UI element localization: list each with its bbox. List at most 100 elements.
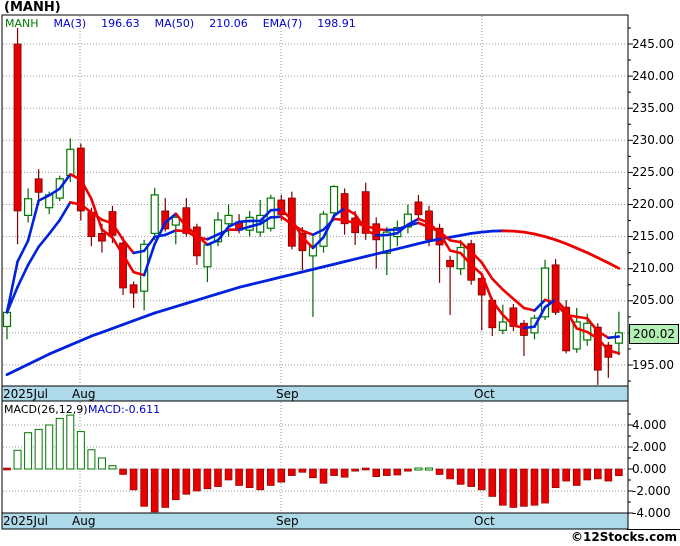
price-axis-label: 225.00 — [632, 164, 674, 179]
candle-down — [34, 178, 43, 193]
price-axis-label: 245.00 — [632, 36, 674, 51]
candle-up — [150, 194, 159, 234]
macd-bar — [351, 468, 359, 472]
candle-up — [498, 321, 507, 331]
candle-down — [192, 226, 201, 257]
price-axis-label: 235.00 — [632, 100, 674, 115]
macd-bar — [309, 468, 317, 479]
macd-bar — [562, 468, 570, 482]
macd-bar — [467, 468, 476, 487]
macd-bar — [24, 432, 33, 470]
stock-chart-window: (MANH) MANH MA(3) 196.63 MA(50) 210.06 EMA(7)… — [0, 0, 680, 546]
candle-down — [414, 201, 423, 216]
macd-bar — [245, 468, 254, 489]
current-price-tag: 200.02 — [629, 324, 679, 344]
macd-axis-label: 2.000 — [632, 439, 667, 454]
candle-up — [2, 311, 12, 328]
macd-bar — [256, 468, 265, 491]
macd-bar — [593, 468, 602, 480]
macd-axis-label: 4.000 — [632, 417, 667, 432]
month-label-lower: 2025Jul — [3, 514, 49, 528]
price-axis-label: 240.00 — [632, 68, 674, 83]
price-axis-label: 205.00 — [632, 293, 674, 308]
macd-bar — [161, 468, 170, 508]
macd-bar — [572, 468, 581, 486]
macd-bar — [340, 468, 349, 478]
indicator-legend: MANH MA(3) 196.63 MA(50) 210.06 EMA(7) 198.91 — [5, 17, 371, 30]
macd-bar — [477, 468, 486, 491]
candle-up — [329, 185, 339, 214]
candle-down — [13, 43, 22, 212]
macd-bar — [235, 468, 243, 486]
month-label-upper: 2025Jul — [3, 387, 49, 401]
macd-bar — [55, 417, 64, 470]
macd-axis-label: -4.000 — [632, 505, 671, 520]
candle-down — [129, 284, 138, 294]
candle-down — [87, 211, 96, 237]
macd-bar — [604, 468, 613, 482]
macd-bar — [140, 468, 148, 507]
legend-symbol: MANH — [5, 17, 39, 30]
price-axis-label: 195.00 — [632, 357, 674, 372]
macd-bar — [319, 468, 328, 484]
macd-bar — [520, 468, 528, 507]
macd-bar — [129, 468, 138, 491]
macd-bar — [45, 424, 54, 470]
macd-bar — [372, 468, 381, 477]
macd-indicator-label: MACD(26,12,9) — [4, 403, 88, 416]
month-label-upper: Aug — [72, 387, 96, 401]
month-label-lower: Oct — [474, 514, 495, 528]
macd-bar — [13, 449, 22, 470]
chart-title: (MANH) — [4, 0, 61, 15]
macd-axis-label: 0.000 — [632, 461, 667, 476]
macd-bar — [97, 457, 106, 470]
macd-bar — [615, 468, 623, 477]
macd-bar — [382, 468, 391, 476]
legend-ema7-value: 198.91 — [317, 17, 356, 30]
month-label-lower: Sep — [276, 514, 299, 528]
macd-bar — [224, 468, 233, 481]
macd-bar — [193, 468, 201, 492]
macd-bar — [119, 468, 127, 475]
macd-bar — [456, 468, 465, 485]
candle-up — [456, 246, 465, 270]
macd-bar — [488, 468, 497, 497]
legend-ma50-value: 210.06 — [209, 17, 248, 30]
macd-bar — [288, 468, 296, 476]
price-axis-label: 230.00 — [632, 132, 674, 147]
price-axis-label: 210.00 — [632, 261, 674, 276]
price-axis-label: 220.00 — [632, 197, 674, 211]
macd-bar — [393, 468, 402, 476]
macd-bar — [361, 467, 370, 471]
macd-bar — [446, 468, 454, 480]
macd-axis-label: -2.000 — [632, 483, 671, 498]
macd-bar — [150, 468, 159, 513]
candle-down — [446, 259, 455, 268]
macd-bar — [172, 468, 180, 501]
watermark: ©12Stocks.com — [571, 530, 677, 544]
candle-up — [203, 244, 212, 268]
macd-bar — [541, 468, 549, 504]
candle-down — [520, 322, 528, 336]
month-label-upper: Oct — [474, 387, 495, 401]
macd-bar — [414, 467, 423, 471]
candle-down — [372, 223, 381, 241]
legend-ma3-value: 196.63 — [101, 17, 140, 30]
candle-up — [66, 148, 75, 177]
candle-down — [98, 232, 106, 242]
month-label-upper: Sep — [276, 387, 299, 401]
macd-bar — [108, 465, 117, 470]
macd-bar — [530, 468, 539, 506]
macd-current-value: MACD:-0.611 — [88, 403, 161, 416]
candle-up — [224, 214, 233, 225]
legend-ema7-label: EMA(7) — [262, 17, 303, 30]
macd-bar — [404, 468, 412, 472]
macd-bar — [66, 414, 75, 470]
legend-ma3-label: MA(3) — [53, 17, 87, 30]
macd-bar — [551, 468, 560, 489]
price-axis-label: 215.00 — [632, 229, 674, 244]
macd-bar — [214, 468, 222, 487]
macd-bar — [182, 468, 191, 495]
legend-ma50-label: MA(50) — [154, 17, 195, 30]
macd-bar — [34, 428, 43, 470]
